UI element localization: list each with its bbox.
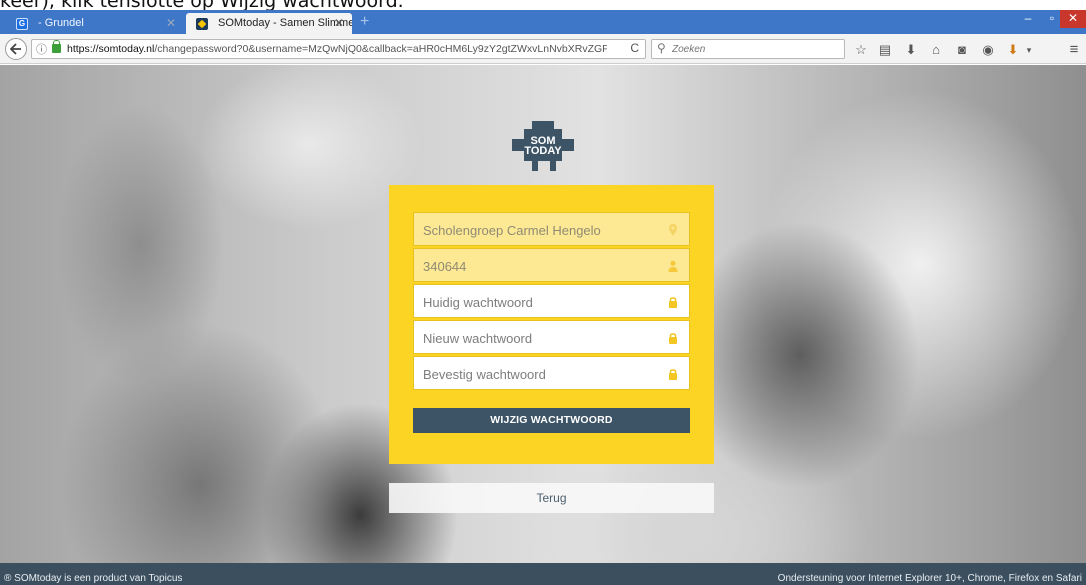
extension-icon[interactable]: ◉ (980, 42, 996, 58)
info-icon[interactable]: ⓘ (36, 41, 47, 57)
browser-tab-bar: G - Grundel ✕ SOMtoday - Samen Slimme ✕ (0, 10, 1086, 34)
document-caption: keer), klik tenslotte op Wijzig wachtwoo… (0, 0, 1086, 10)
page-footer: ® SOMtoday is een product van Topicus On… (0, 563, 1086, 585)
download-icon[interactable]: ⬇ (903, 42, 919, 58)
school-field[interactable] (413, 212, 690, 246)
browser-nav-bar: ⓘ https://somtoday.nl/changepassword?0&u… (0, 34, 1086, 64)
google-favicon-icon: G (16, 18, 28, 30)
school-input[interactable] (423, 221, 663, 239)
url-text: https://somtoday.nl/changepassword?0&use… (67, 43, 607, 55)
tab-title: - Grundel (38, 17, 84, 29)
username-field[interactable] (413, 248, 690, 282)
url-host: https://somtoday.nl (67, 43, 155, 55)
close-tab-icon[interactable]: ✕ (166, 13, 176, 34)
logo-text: SOM TODAY (512, 136, 574, 157)
new-tab-button[interactable]: + (360, 13, 369, 31)
close-tab-icon[interactable]: ✕ (334, 13, 344, 34)
logo-text-today: TODAY (524, 145, 562, 157)
back-link[interactable]: Terug (389, 483, 714, 513)
url-path: /changepassword?0&username=MzQwNjQ0&call… (154, 43, 607, 55)
close-window-button[interactable]: ✕ (1060, 10, 1086, 28)
secure-lock-icon (52, 40, 61, 53)
new-password-input[interactable] (423, 329, 663, 347)
confirm-password-input[interactable] (423, 365, 663, 383)
page-background: SOM TODAY WIJZIG WACHTWOORD Terug (0, 65, 1086, 585)
home-icon[interactable]: ⌂ (928, 42, 944, 58)
search-input[interactable] (672, 42, 840, 56)
addon-icon[interactable]: ⬇ (1005, 42, 1021, 58)
tab-title: SOMtoday - Samen Slimme (218, 17, 352, 29)
reload-icon[interactable]: C (630, 41, 639, 55)
somtoday-favicon-icon (196, 18, 208, 30)
star-icon[interactable]: ☆ (853, 42, 869, 58)
menu-icon[interactable]: ≡ (1066, 42, 1082, 58)
tab-somtoday[interactable]: SOMtoday - Samen Slimme ✕ (186, 13, 352, 34)
footer-copyright: ® SOMtoday is een product van Topicus (4, 573, 183, 584)
location-pin-icon (669, 224, 677, 236)
current-password-field[interactable] (413, 284, 690, 318)
tab-grundel[interactable]: G - Grundel ✕ (6, 13, 184, 34)
search-bar[interactable]: ⚲ (651, 39, 845, 59)
current-password-input[interactable] (423, 293, 663, 311)
search-icon: ⚲ (657, 41, 666, 55)
change-password-button[interactable]: WIJZIG WACHTWOORD (413, 408, 690, 433)
new-password-field[interactable] (413, 320, 690, 354)
footer-browser-support: Ondersteuning voor Internet Explorer 10+… (777, 573, 1082, 584)
addon-dropdown-icon[interactable]: ▾ (1021, 42, 1037, 58)
pocket-icon[interactable]: ◙ (954, 42, 970, 58)
change-password-card: WIJZIG WACHTWOORD (389, 185, 714, 464)
back-button[interactable] (5, 38, 27, 60)
address-bar[interactable]: ⓘ https://somtoday.nl/changepassword?0&u… (31, 39, 646, 59)
lock-icon (669, 297, 677, 308)
somtoday-logo: SOM TODAY (512, 121, 574, 171)
reading-list-icon[interactable]: ▤ (877, 42, 893, 58)
back-arrow-icon (9, 43, 21, 55)
user-icon (668, 260, 678, 272)
username-input[interactable] (423, 257, 663, 275)
lock-icon (669, 369, 677, 380)
confirm-password-field[interactable] (413, 356, 690, 390)
lock-icon (669, 333, 677, 344)
